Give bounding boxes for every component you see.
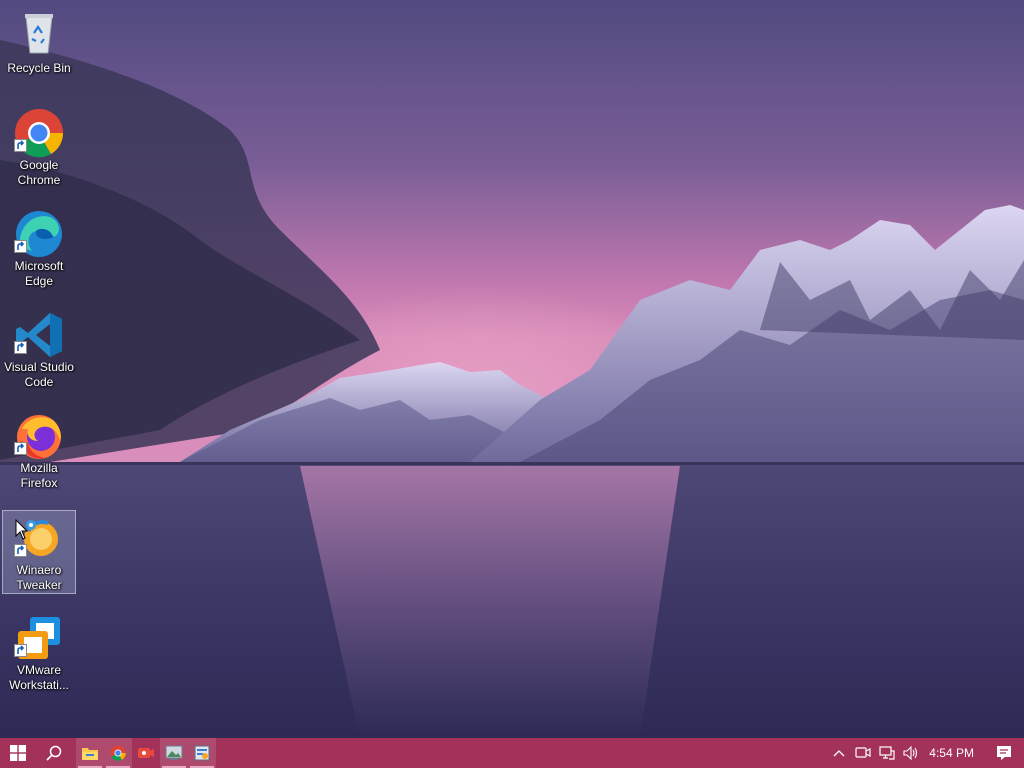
desktop-wallpaper <box>0 0 1024 738</box>
firefox-icon <box>14 411 64 459</box>
shortcut-arrow-icon <box>14 644 27 657</box>
chrome-icon <box>110 745 126 761</box>
desktop-icon-label: Winaero Tweaker <box>16 563 62 592</box>
desktop-icon-google-chrome[interactable]: Google Chrome <box>2 105 76 189</box>
recycle-bin-icon <box>14 7 64 57</box>
desktop-icon-label: VMware Workstati... <box>9 663 69 692</box>
chevron-up-icon <box>833 750 845 757</box>
shortcut-arrow-icon <box>14 442 27 455</box>
shortcut-arrow-icon <box>14 139 27 152</box>
desktop-icon-microsoft-edge[interactable]: Microsoft Edge <box>2 206 76 290</box>
meet-now-icon <box>855 747 871 758</box>
network-icon <box>879 746 895 760</box>
chrome-icon <box>14 108 64 158</box>
taskbar-winaero-tweaker[interactable] <box>188 738 216 768</box>
search-icon <box>46 745 62 761</box>
action-center-icon <box>997 746 1011 760</box>
taskbar-google-chrome[interactable] <box>104 738 132 768</box>
vmware-icon <box>14 613 64 659</box>
search-button[interactable] <box>36 738 72 768</box>
desktop-icon-mozilla-firefox[interactable]: Mozilla Firefox <box>2 408 76 492</box>
system-tray: 4:54 PM <box>827 738 1024 768</box>
taskbar-clock[interactable]: 4:54 PM <box>923 746 984 760</box>
desktop-icon-winaero-tweaker[interactable]: Winaero Tweaker <box>2 510 76 594</box>
shortcut-arrow-icon <box>14 341 27 354</box>
mouse-cursor-icon <box>15 519 29 540</box>
meet-now-button[interactable] <box>851 738 875 768</box>
desktop-icon-label: Recycle Bin <box>7 61 71 75</box>
taskbar-picture-viewer[interactable] <box>160 738 188 768</box>
shortcut-arrow-icon <box>14 240 27 253</box>
desktop-icon-recycle-bin[interactable]: Recycle Bin <box>2 4 76 88</box>
desktop-icon-vmware-workstation[interactable]: VMware Workstati... <box>2 610 76 694</box>
action-center-button[interactable] <box>984 738 1024 768</box>
desktop-icon-label: Google Chrome <box>17 158 61 187</box>
vscode-icon <box>14 310 64 357</box>
desktop-icon-label: Mozilla Firefox <box>20 461 58 490</box>
windows-logo-icon <box>10 745 26 761</box>
start-button[interactable] <box>0 738 36 768</box>
show-hidden-icons-button[interactable] <box>827 738 851 768</box>
taskbar-video-recorder[interactable] <box>132 738 160 768</box>
winaero-tweaker-icon <box>194 745 210 761</box>
desktop-icon-label: Microsoft Edge <box>14 259 64 288</box>
volume-icon <box>903 746 918 760</box>
network-button[interactable] <box>875 738 899 768</box>
picture-viewer-icon <box>165 745 183 760</box>
taskbar: 4:54 PM <box>0 738 1024 768</box>
edge-icon <box>14 209 64 257</box>
shortcut-arrow-icon <box>14 544 27 557</box>
file-explorer-icon <box>82 748 98 760</box>
desktop-icon-label: Visual Studio Code <box>4 360 74 389</box>
volume-button[interactable] <box>899 738 923 768</box>
taskbar-file-explorer[interactable] <box>76 738 104 768</box>
desktop-icon-visual-studio-code[interactable]: Visual Studio Code <box>2 307 76 391</box>
video-recorder-icon <box>138 748 154 758</box>
